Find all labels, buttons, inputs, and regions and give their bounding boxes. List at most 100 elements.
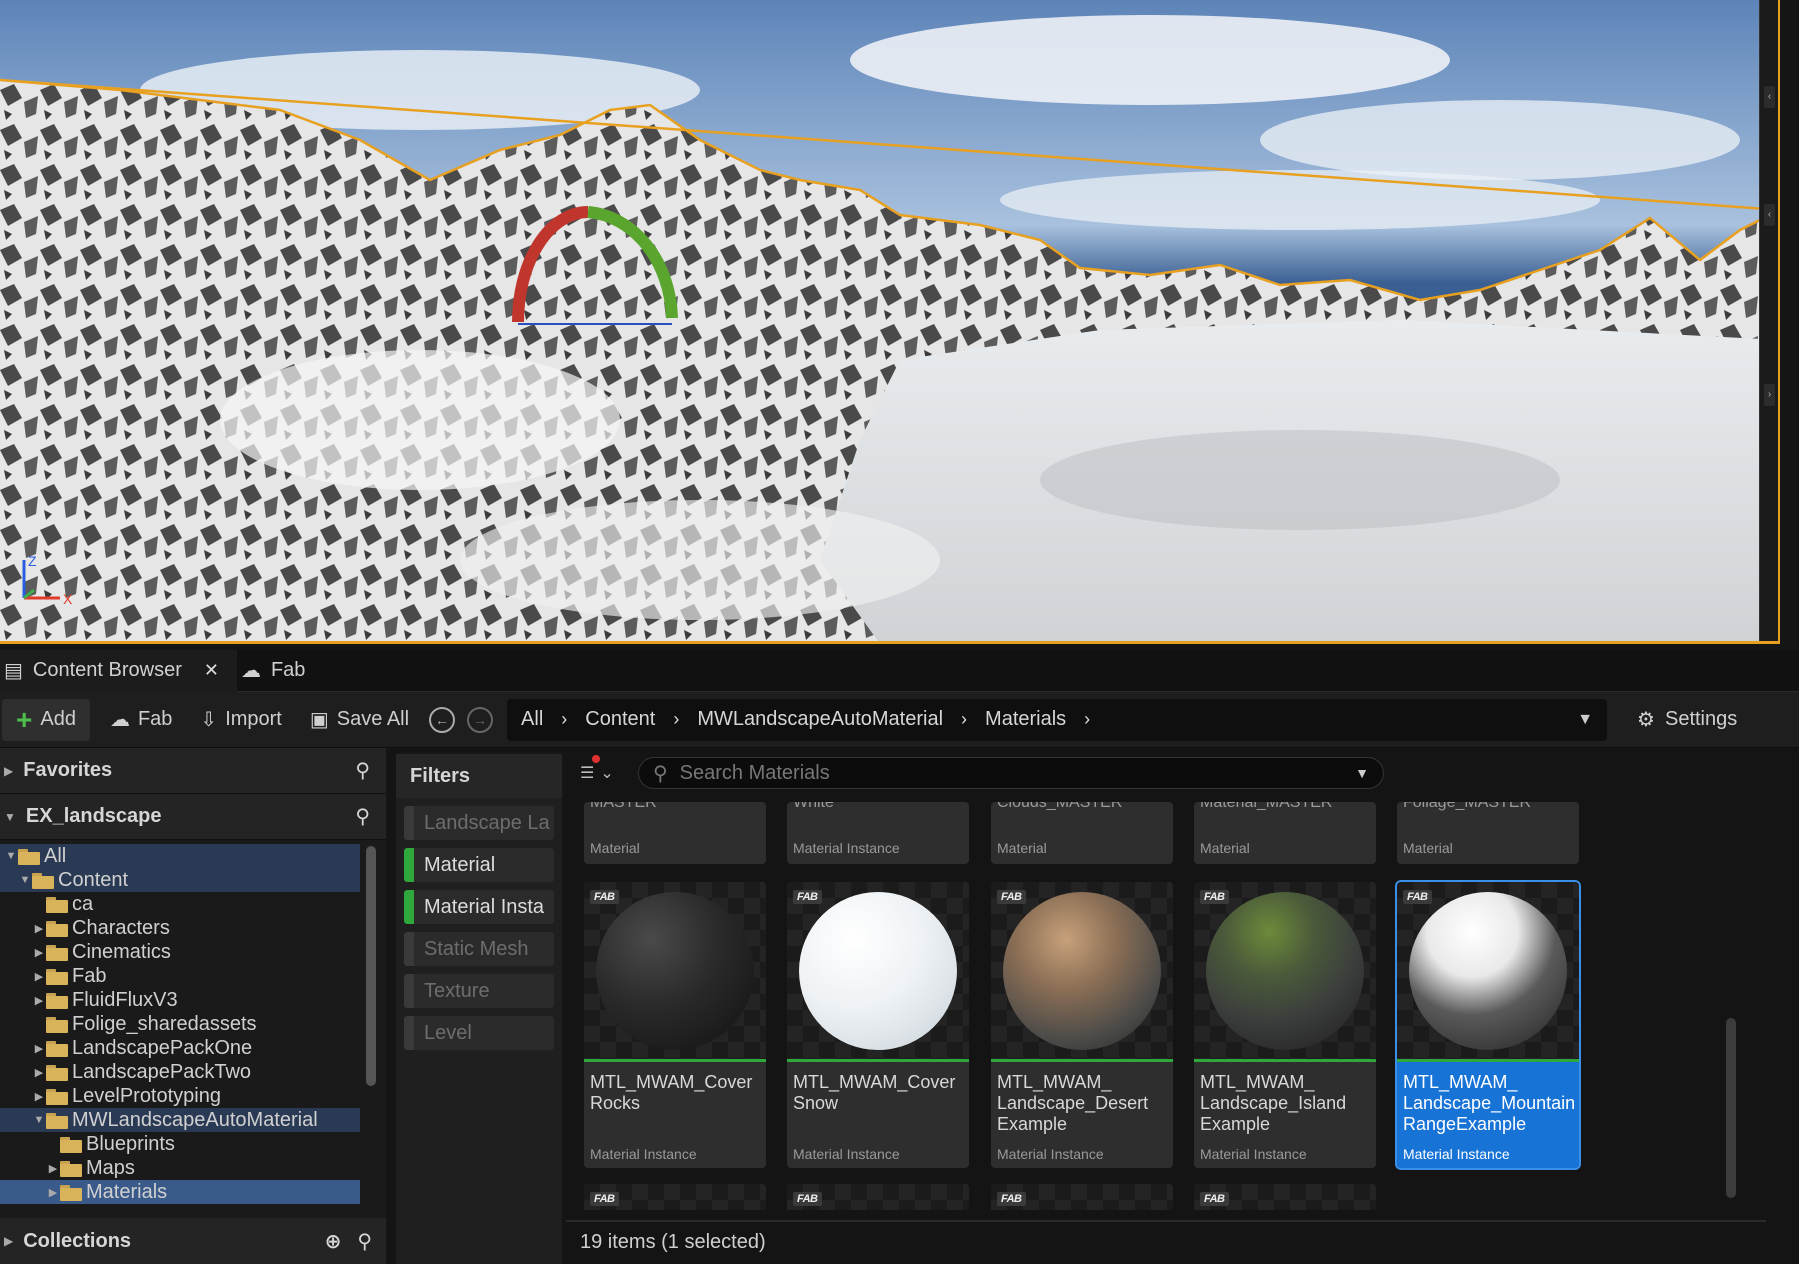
tree-folder-row[interactable]: ▶ LandscapePackOne (0, 1036, 360, 1060)
tree-folder-row[interactable]: ▶ Fab (0, 964, 360, 988)
search-icon[interactable]: ⚲ (355, 758, 370, 783)
chevron-right-icon[interactable]: › (1084, 709, 1090, 730)
axis-z-label: Z (28, 553, 37, 569)
asset-tile[interactable]: FAB MTL_MWAM_ Landscape_Island Example Mat… (1194, 882, 1376, 1168)
folder-icon (60, 1159, 84, 1177)
chevron-down-icon[interactable]: ▼ (4, 850, 18, 862)
tab-fab[interactable]: ☁ Fab (237, 650, 323, 692)
material-preview-sphere (1206, 892, 1364, 1050)
grid-scrollbar[interactable] (1726, 1018, 1736, 1198)
add-collection-icon[interactable]: ⊕ (325, 1229, 342, 1254)
chevron-right-icon[interactable]: ▶ (4, 1234, 13, 1248)
fab-badge: FAB (1403, 890, 1432, 904)
close-icon[interactable]: ✕ (204, 660, 219, 681)
tree-folder-row[interactable]: ▶ LandscapePackTwo (0, 1060, 360, 1084)
side-arrow-icon[interactable]: ‹ (1764, 204, 1775, 226)
tree-folder-label: Folige_sharedassets (72, 1012, 257, 1035)
tree-folder-label: LandscapePackTwo (72, 1060, 252, 1083)
filter-chip[interactable]: Texture (404, 974, 554, 1008)
chevron-right-icon[interactable]: ▶ (32, 922, 46, 935)
chevron-right-icon[interactable]: ▶ (32, 970, 46, 983)
tree-folder-row[interactable]: ▶ Maps (0, 1156, 360, 1180)
favorites-header[interactable]: ▶ Favorites ⚲ (0, 748, 386, 794)
chevron-down-icon[interactable]: ▼ (18, 874, 32, 886)
asset-tile[interactable]: FAB (584, 1184, 766, 1210)
chevron-right-icon[interactable]: ▶ (32, 994, 46, 1007)
chevron-right-icon[interactable]: › (561, 709, 567, 730)
asset-tile[interactable]: Clouds_MASTER Material (991, 802, 1173, 864)
asset-tile[interactable]: Material_MASTER Material (1194, 802, 1376, 864)
tree-folder-row[interactable]: ▶ Characters (0, 916, 360, 940)
filter-chip[interactable]: Material Insta (404, 890, 554, 924)
asset-tile[interactable]: FAB (991, 1184, 1173, 1210)
add-button[interactable]: + Add (2, 698, 90, 741)
search-input[interactable]: ⚲ Search Materials ▼ (638, 757, 1384, 789)
breadcrumb-item[interactable]: Materials (985, 708, 1066, 731)
filter-toggle-bar (404, 932, 414, 966)
asset-tile[interactable]: FAB MTL_MWAM_Cover Rocks Material Instance (584, 882, 766, 1168)
chevron-right-icon[interactable]: ▶ (46, 1162, 60, 1175)
filter-chip[interactable]: Material (404, 848, 554, 882)
chevron-down-icon[interactable]: ▼ (1577, 711, 1593, 729)
sources-panel: ▶ Favorites ⚲ ▼ EX_landscape ⚲ ▼ All ▼ Cont… (0, 748, 386, 1264)
filter-chip-label: Texture (424, 979, 490, 1002)
import-button[interactable]: ⇩ Import (186, 699, 295, 741)
folder-icon (32, 871, 56, 889)
tree-folder-row[interactable]: ▶ FluidFluxV3 (0, 988, 360, 1012)
asset-tile[interactable]: MASTER Material (584, 802, 766, 864)
filter-dropdown[interactable]: ☰ ⌄ (580, 755, 616, 783)
chevron-down-icon[interactable]: ▼ (32, 1114, 46, 1126)
asset-tile[interactable]: Foliage_MASTER Material (1397, 802, 1579, 864)
tree-folder-row[interactable]: ▶ Cinematics (0, 940, 360, 964)
asset-tile[interactable]: White Material Instance (787, 802, 969, 864)
breadcrumb-item[interactable]: MWLandscapeAutoMaterial (697, 708, 943, 731)
asset-thumbnail: FAB (787, 1184, 969, 1210)
chevron-right-icon[interactable]: ▶ (32, 1090, 46, 1103)
tree-folder-row[interactable]: ▼ MWLandscapeAutoMaterial (0, 1108, 360, 1132)
tree-folder-label: All (44, 844, 67, 867)
asset-tile[interactable]: FAB MTL_MWAM_Cover Snow Material Instance (787, 882, 969, 1168)
chevron-right-icon[interactable]: › (961, 709, 967, 730)
collections-header[interactable]: ▶ Collections ⊕ ⚲ (0, 1218, 386, 1264)
tab-content-browser[interactable]: ▤ Content Browser ✕ (0, 649, 237, 692)
chevron-down-icon: ⌄ (600, 765, 614, 782)
back-icon[interactable]: ← (429, 706, 456, 733)
asset-name: Material_MASTER (1200, 802, 1333, 811)
settings-button[interactable]: ⚙ Settings (1637, 707, 1737, 732)
tree-folder-row[interactable]: Folige_sharedassets (0, 1012, 360, 1036)
search-icon[interactable]: ⚲ (357, 1229, 372, 1254)
tree-scrollbar[interactable] (366, 846, 376, 1086)
forward-icon[interactable]: → (467, 706, 494, 733)
tree-folder-row[interactable]: ▶ Materials (0, 1180, 360, 1204)
asset-tile[interactable]: FAB (787, 1184, 969, 1210)
chevron-right-icon[interactable]: ▶ (32, 946, 46, 959)
filter-chip[interactable]: Level (404, 1016, 554, 1050)
level-viewport[interactable]: Z X ‹ ‹ › ‹ (0, 0, 1780, 644)
chevron-right-icon[interactable]: › (673, 709, 679, 730)
breadcrumb-item[interactable]: All (521, 708, 543, 731)
chevron-down-icon[interactable]: ▼ (4, 810, 16, 824)
filter-chip[interactable]: Static Mesh (404, 932, 554, 966)
asset-tile[interactable]: FAB MTL_MWAM_ Landscape_Desert Example Mat… (991, 882, 1173, 1168)
chevron-down-icon[interactable]: ▼ (1355, 765, 1369, 781)
asset-tile[interactable]: FAB MTL_MWAM_ Landscape_Mountain RangeExa… (1395, 880, 1581, 1170)
side-arrow-icon[interactable]: ‹ (1764, 86, 1775, 108)
asset-tile[interactable]: FAB (1194, 1184, 1376, 1210)
tree-folder-row[interactable]: ▼ Content (0, 868, 360, 892)
search-icon[interactable]: ⚲ (355, 804, 370, 829)
filter-chip[interactable]: Landscape La (404, 806, 554, 840)
chevron-right-icon[interactable]: ▶ (46, 1186, 60, 1199)
project-header[interactable]: ▼ EX_landscape ⚲ (0, 794, 386, 840)
tree-folder-row[interactable]: ▶ LevelPrototyping (0, 1084, 360, 1108)
chevron-right-icon[interactable]: ▶ (32, 1042, 46, 1055)
save-all-button[interactable]: ▣ Save All (296, 699, 423, 741)
chevron-right-icon[interactable]: ▶ (32, 1066, 46, 1079)
breadcrumb-item[interactable]: Content (585, 708, 655, 731)
chevron-right-icon[interactable]: ▶ (4, 764, 13, 778)
tree-folder-row[interactable]: Blueprints (0, 1132, 360, 1156)
tree-folder-row[interactable]: ca (0, 892, 360, 916)
tree-folder-row[interactable]: ▼ All (0, 844, 360, 868)
fab-button[interactable]: ☁ Fab (96, 699, 186, 741)
side-arrow-icon[interactable]: › (1764, 384, 1775, 406)
filters-panel: Filters Landscape La Material Material Ins… (396, 754, 562, 1264)
